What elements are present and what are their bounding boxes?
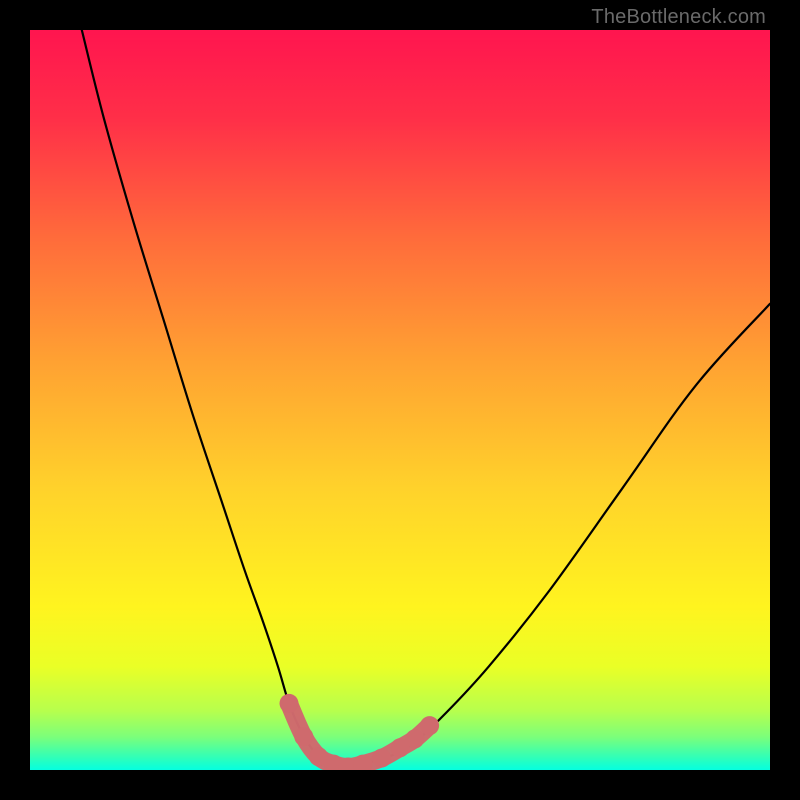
marker-dot (372, 749, 391, 768)
plot-area (30, 30, 770, 770)
watermark-text: TheBottleneck.com (591, 6, 766, 29)
marker-dot (280, 694, 299, 713)
marker-dot (405, 729, 424, 748)
marker-dot (294, 727, 313, 746)
chart-frame: TheBottleneck.com (0, 0, 800, 800)
curve-layer (30, 30, 770, 770)
marker-dots (280, 694, 440, 770)
bottleneck-curve (82, 30, 770, 767)
marker-dot (420, 716, 439, 735)
